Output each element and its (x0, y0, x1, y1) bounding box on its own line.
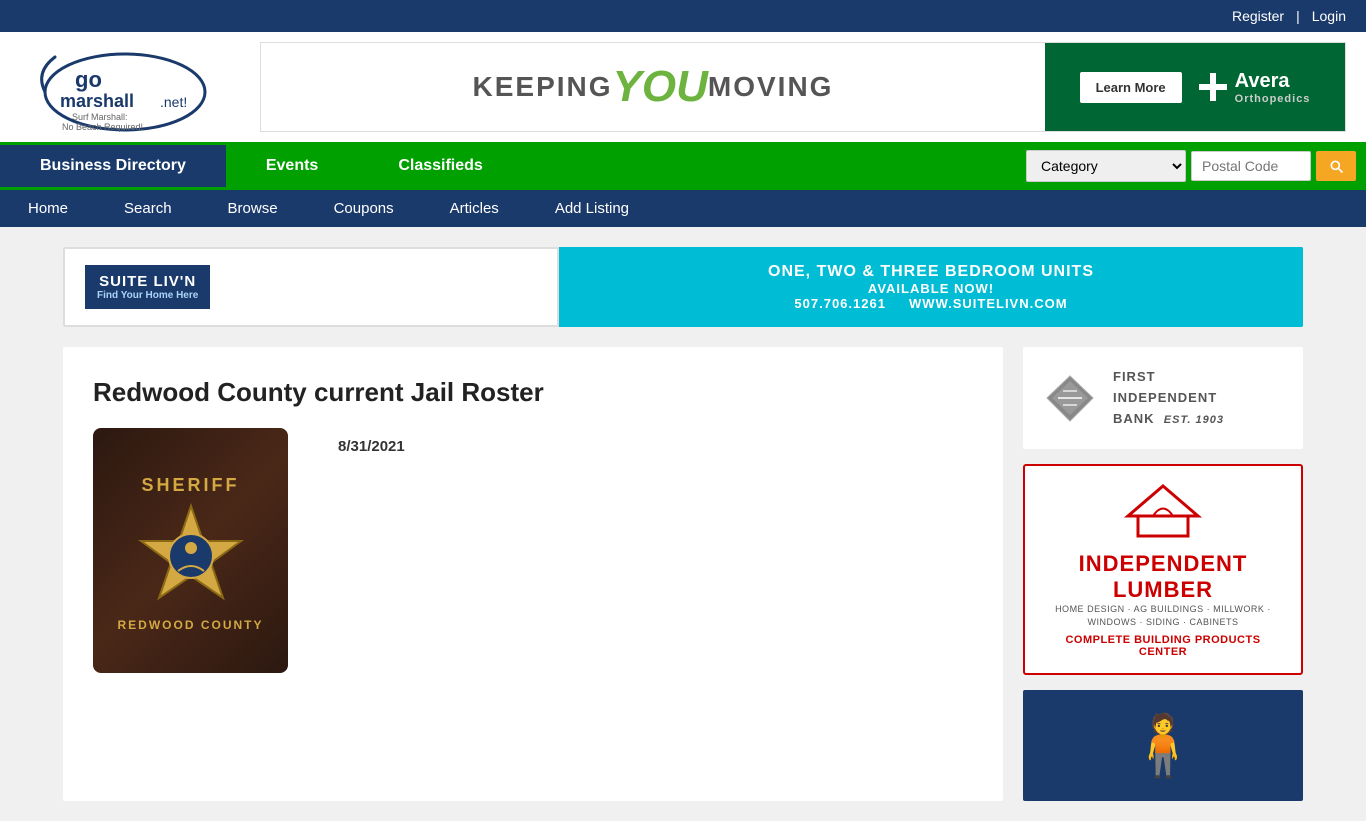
sheriff-text-bottom: REDWOOD COUNTY (118, 618, 264, 632)
suite-contact: 507.706.1261 WWW.SUITELIVN.COM (794, 296, 1067, 311)
svg-text:go: go (75, 67, 102, 92)
article-image-area: SHERIFF REDWOOD COUNTY (93, 428, 973, 673)
suite-logo: SUITE LIV'N Find Your Home Here (85, 265, 210, 309)
sidebar-first-independent-bank: FIRST INDEPENDENT BANK Est. 1903 (1023, 347, 1303, 449)
search-icon (1328, 158, 1344, 174)
nav-home[interactable]: Home (0, 190, 96, 227)
article-date: 8/31/2021 (338, 438, 405, 455)
article-title: Redwood County current Jail Roster (93, 377, 973, 408)
nav-coupons[interactable]: Coupons (306, 190, 422, 227)
main-content: Redwood County current Jail Roster SHERI… (63, 347, 1003, 801)
sidebar: FIRST INDEPENDENT BANK Est. 1903 (1023, 347, 1303, 801)
fi-bank-content: FIRST INDEPENDENT BANK Est. 1903 (1023, 347, 1303, 449)
il-content: INDEPENDENT LUMBER HOME DESIGN · AG BUIL… (1025, 466, 1301, 672)
fi-name3: BANK Est. 1903 (1113, 409, 1224, 430)
sheriff-text-top: SHERIFF (141, 475, 239, 496)
il-house-icon (1123, 481, 1203, 551)
nav-search[interactable]: Search (96, 190, 200, 227)
banner-ad: KEEPING YOU MOVING Learn More Avera Orth… (260, 42, 1346, 132)
sheriff-star-icon (136, 501, 246, 611)
login-link[interactable]: Login (1312, 8, 1346, 24)
avera-logo: Avera Orthopedics (1197, 70, 1311, 105)
moving-text: MOVING (708, 71, 834, 103)
main-layout: Redwood County current Jail Roster SHERI… (63, 347, 1303, 801)
logo-area: go marshall .net! Surf Marshall: No Beac… (20, 42, 240, 132)
suite-banner: SUITE LIV'N Find Your Home Here ONE, TWO… (63, 247, 1303, 327)
sidebar-suite-livn: 🧍 (1023, 690, 1303, 801)
postal-code-input[interactable] (1191, 151, 1311, 181)
star-container (131, 496, 251, 616)
banner-ad-right: Learn More Avera Orthopedics (1045, 43, 1345, 131)
divider: | (1296, 8, 1300, 24)
avera-sub: Orthopedics (1235, 93, 1311, 105)
il-logo-text: INDEPENDENT LUMBER (1040, 551, 1286, 603)
fi-name: FIRST (1113, 367, 1224, 388)
fi-diamond-logo (1043, 371, 1098, 426)
banner-ad-left: KEEPING YOU MOVING (261, 43, 1045, 131)
nav-blue: Home Search Browse Coupons Articles Add … (0, 190, 1366, 227)
fi-est: Est. 1903 (1164, 414, 1224, 426)
svg-text:.net!: .net! (160, 94, 187, 110)
fi-bank-text: FIRST INDEPENDENT BANK Est. 1903 (1113, 367, 1224, 429)
suite-logo-text: SUITE LIV'N (97, 273, 198, 290)
search-button[interactable] (1316, 151, 1356, 181)
suite-banner-left: SUITE LIV'N Find Your Home Here (63, 247, 559, 327)
sheriff-badge: SHERIFF REDWOOD COUNTY (93, 428, 288, 673)
content-wrapper: SUITE LIV'N Find Your Home Here ONE, TWO… (43, 227, 1323, 821)
keeping-text: KEEPING (473, 71, 613, 103)
svg-text:marshall: marshall (60, 91, 134, 111)
nav-articles[interactable]: Articles (422, 190, 527, 227)
il-tagline: COMPLETE BUILDING PRODUCTS CENTER (1040, 634, 1286, 658)
suite-available: AVAILABLE NOW! (868, 281, 994, 296)
suite-phone: 507.706.1261 (794, 296, 886, 311)
nav-events[interactable]: Events (226, 145, 358, 187)
nav-business-directory[interactable]: Business Directory (0, 145, 226, 187)
avera-name: Avera (1235, 70, 1311, 93)
svg-text:No Beach Required!: No Beach Required! (62, 122, 143, 132)
site-logo: go marshall .net! Surf Marshall: No Beac… (20, 42, 230, 132)
search-area: Category (1016, 142, 1366, 190)
suite-website: WWW.SUITELIVN.COM (909, 296, 1068, 311)
top-bar: Register | Login (0, 0, 1366, 32)
register-link[interactable]: Register (1232, 8, 1284, 24)
you-text: YOU (613, 62, 708, 112)
nav-add-listing[interactable]: Add Listing (527, 190, 657, 227)
nav-green: Business Directory Events Classifieds Ca… (0, 142, 1366, 190)
suite-banner-right: ONE, TWO & THREE BEDROOM UNITS AVAILABLE… (559, 247, 1303, 327)
il-sub-text: HOME DESIGN · AG BUILDINGS · MILLWORK · … (1040, 603, 1286, 628)
learn-more-button[interactable]: Learn More (1080, 72, 1182, 103)
category-select[interactable]: Category (1026, 150, 1186, 182)
nav-classifieds[interactable]: Classifieds (358, 145, 522, 187)
header: go marshall .net! Surf Marshall: No Beac… (0, 32, 1366, 142)
svg-text:Surf Marshall:: Surf Marshall: (72, 112, 128, 122)
fi-name2: INDEPENDENT (1113, 388, 1224, 409)
suite-headline: ONE, TWO & THREE BEDROOM UNITS (768, 263, 1094, 281)
sidebar-independent-lumber: INDEPENDENT LUMBER HOME DESIGN · AG BUIL… (1023, 464, 1303, 674)
suite-livn-person-icon: 🧍 (1126, 710, 1201, 781)
suite-find-text: Find Your Home Here (97, 290, 198, 301)
nav-browse[interactable]: Browse (200, 190, 306, 227)
article-date-area: 8/31/2021 (338, 438, 405, 475)
avera-cross-icon (1197, 71, 1229, 103)
